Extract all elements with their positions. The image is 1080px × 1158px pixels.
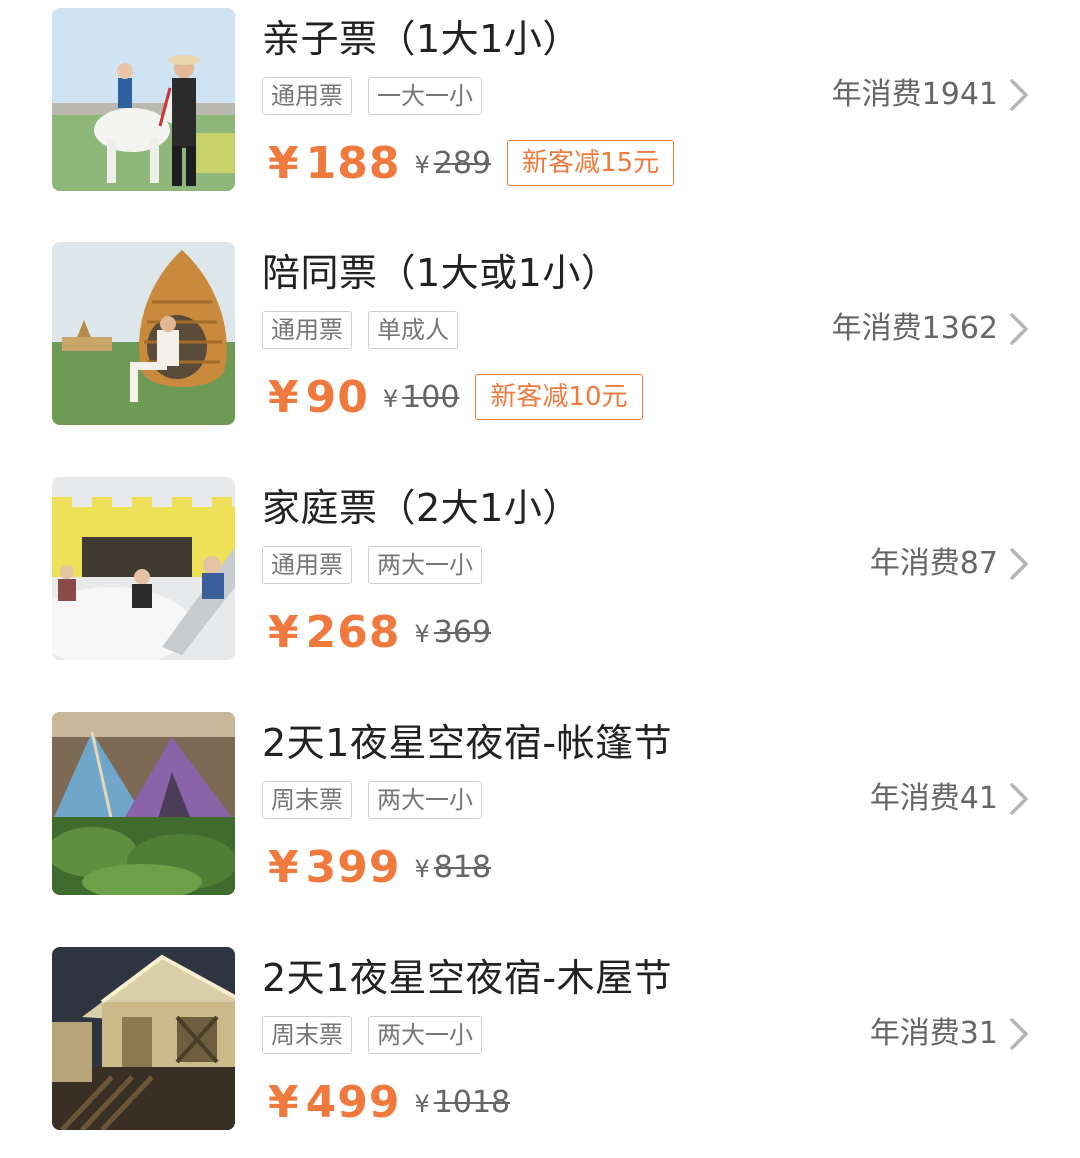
new-customer-discount-badge: 新客减10元 [475, 374, 643, 420]
ticket-item[interactable]: 亲子票（1大1小） 通用票 一大一小 ¥188 ¥289 新客减15元 年消费1… [0, 0, 1080, 200]
chevron-right-icon[interactable] [1006, 78, 1032, 112]
teepee-tents-photo [52, 712, 235, 895]
ticket-tag: 通用票 [262, 311, 352, 349]
ticket-title: 陪同票（1大或1小） [262, 251, 620, 295]
original-price: ¥100 [382, 379, 460, 415]
wooden-cabin-night-photo [52, 947, 235, 1130]
ticket-tags: 周末票 两大一小 [262, 1016, 482, 1054]
ticket-item[interactable]: 家庭票（2大1小） 通用票 两大一小 ¥268 ¥369 年消费87 [0, 469, 1080, 669]
price-row: ¥90 ¥100 新客减10元 [268, 367, 643, 427]
ticket-thumbnail [52, 477, 235, 660]
current-price: ¥268 [268, 606, 401, 658]
annual-sales: 年消费1941 [831, 77, 998, 112]
ticket-title: 2天1夜星空夜宿-木屋节 [262, 956, 673, 1000]
ticket-tag: 两大一小 [368, 781, 482, 819]
annual-sales: 年消费41 [869, 781, 998, 816]
current-price: ¥499 [268, 1076, 401, 1128]
original-price: ¥1018 [414, 1084, 511, 1120]
ticket-tag: 两大一小 [368, 546, 482, 584]
current-price: ¥188 [268, 137, 401, 189]
castle-slide-photo [52, 477, 235, 660]
ticket-tag: 通用票 [262, 77, 352, 115]
current-price: ¥90 [268, 371, 369, 423]
ticket-tag: 单成人 [368, 311, 458, 349]
annual-sales: 年消费87 [869, 546, 998, 581]
ticket-tag: 周末票 [262, 1016, 352, 1054]
ticket-tags: 通用票 两大一小 [262, 546, 482, 584]
annual-sales: 年消费31 [869, 1016, 998, 1051]
ticket-title: 2天1夜星空夜宿-帐篷节 [262, 721, 673, 765]
rattan-nest-swing-photo [52, 242, 235, 425]
price-row: ¥188 ¥289 新客减15元 [268, 133, 675, 193]
ticket-thumbnail [52, 947, 235, 1130]
ticket-tags: 通用票 一大一小 [262, 77, 482, 115]
ticket-thumbnail [52, 8, 235, 191]
price-row: ¥499 ¥1018 [268, 1072, 510, 1132]
ticket-tags: 周末票 两大一小 [262, 781, 482, 819]
chevron-right-icon[interactable] [1006, 312, 1032, 346]
chevron-right-icon[interactable] [1006, 547, 1032, 581]
current-price: ¥399 [268, 841, 401, 893]
ticket-title: 家庭票（2大1小） [262, 486, 581, 530]
ticket-item[interactable]: 陪同票（1大或1小） 通用票 单成人 ¥90 ¥100 新客减10元 年消费13… [0, 234, 1080, 434]
ticket-item[interactable]: 2天1夜星空夜宿-木屋节 周末票 两大一小 ¥499 ¥1018 年消费31 [0, 939, 1080, 1139]
price-row: ¥399 ¥818 [268, 837, 491, 897]
ticket-tag: 一大一小 [368, 77, 482, 115]
ticket-tag: 通用票 [262, 546, 352, 584]
ticket-thumbnail [52, 242, 235, 425]
chevron-right-icon[interactable] [1006, 782, 1032, 816]
ticket-thumbnail [52, 712, 235, 895]
annual-sales: 年消费1362 [831, 311, 998, 346]
original-price: ¥818 [414, 849, 492, 885]
chevron-right-icon[interactable] [1006, 1017, 1032, 1051]
ticket-tags: 通用票 单成人 [262, 311, 458, 349]
ticket-tag: 两大一小 [368, 1016, 482, 1054]
ticket-tag: 周末票 [262, 781, 352, 819]
ticket-title: 亲子票（1大1小） [262, 17, 581, 61]
child-riding-pony-photo [52, 8, 235, 191]
new-customer-discount-badge: 新客减15元 [507, 140, 675, 186]
price-row: ¥268 ¥369 [268, 602, 491, 662]
original-price: ¥369 [414, 614, 492, 650]
original-price: ¥289 [414, 145, 492, 181]
ticket-item[interactable]: 2天1夜星空夜宿-帐篷节 周末票 两大一小 ¥399 ¥818 年消费41 [0, 704, 1080, 904]
